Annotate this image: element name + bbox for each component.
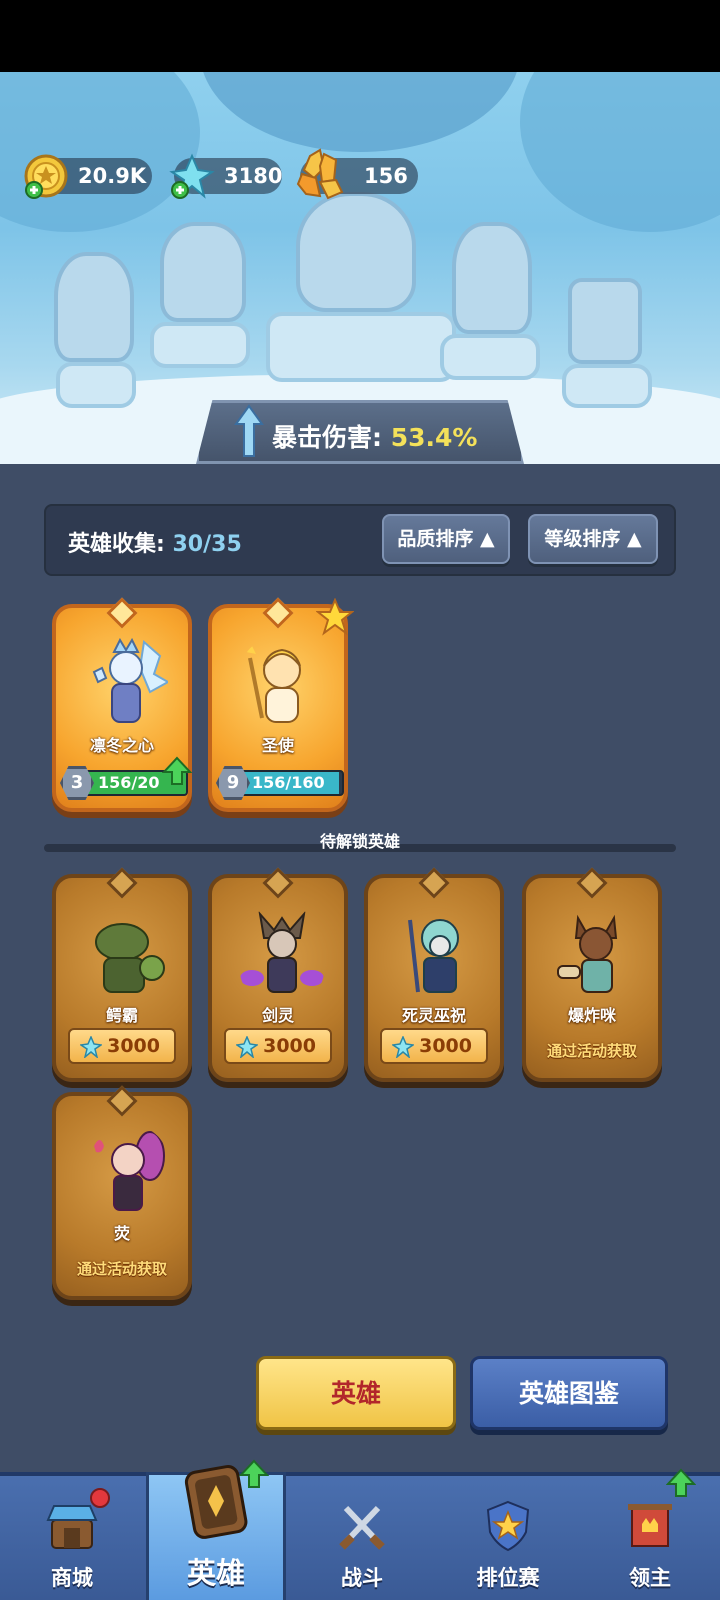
heroes-tab-button[interactable]: 英雄	[256, 1356, 456, 1430]
hero-portrait-icon	[557, 914, 618, 993]
hero-level-progress: 9 156/160	[216, 766, 344, 800]
nav-label: 英雄	[186, 1556, 245, 1590]
collection-count: 30/35	[172, 532, 242, 557]
crit-damage-label: 暴击伤害:	[272, 423, 382, 452]
hero-name: 死灵巫祝	[401, 1006, 466, 1025]
upgrade-arrow-icon	[162, 756, 192, 785]
status-bar	[0, 0, 720, 72]
triangle-up-icon: ▲	[480, 528, 495, 550]
hero-name: 鳄霸	[105, 1006, 138, 1025]
hero-portrait-icon	[95, 923, 165, 993]
upgrade-arrow-icon	[666, 1468, 696, 1497]
triangle-up-icon: ▲	[627, 528, 642, 550]
swords-icon	[339, 1505, 385, 1550]
gold-counter[interactable]: 20.9K	[24, 154, 152, 199]
upgrade-arrow-icon	[239, 1459, 269, 1488]
unlock-cost-button[interactable]: 3000	[224, 1028, 332, 1064]
crystal-icon	[169, 153, 215, 199]
collection-title: 英雄收集: 30/35	[68, 526, 242, 558]
hero-portrait-icon	[246, 646, 301, 723]
sort-level-button[interactable]: 等级排序 ▲	[528, 514, 658, 564]
nav-label: 排位赛	[476, 1566, 540, 1590]
crystal-amount: 3180	[224, 164, 283, 188]
lord-banner-icon	[628, 1504, 672, 1547]
crit-damage-value: 53.4%	[390, 423, 478, 452]
unlock-cost-button[interactable]: 3000	[68, 1028, 176, 1064]
hero-card-owned[interactable]: 圣使 9 156/160	[208, 597, 354, 812]
hero-portrait-icon	[240, 910, 324, 993]
nav-heroes[interactable]: 英雄	[146, 1459, 286, 1600]
unlock-cost: 3000	[419, 1035, 472, 1057]
hero-card-locked[interactable]: 鳄霸 3000	[52, 867, 192, 1082]
sort-quality-label: 品质排序	[397, 528, 474, 550]
hero-shard-progress: 156/20	[98, 773, 160, 792]
event-unlock-note: 通过活动获取	[76, 1260, 167, 1278]
amber-crystal-icon	[296, 148, 344, 200]
nav-battle[interactable]: 战斗	[290, 1476, 434, 1600]
crit-damage-stat: 暴击伤害: 53.4%	[272, 418, 477, 454]
nav-ranked[interactable]: 排位赛	[436, 1476, 580, 1600]
nav-lord[interactable]: 领主	[580, 1468, 720, 1600]
collection-label: 英雄收集:	[68, 532, 165, 557]
hero-codex-button[interactable]: 英雄图鉴	[470, 1356, 668, 1430]
hero-card-locked[interactable]: 爆炸咪 通过活动获取	[522, 867, 662, 1082]
unlock-cost: 3000	[107, 1035, 160, 1057]
crystal-icon	[236, 1036, 258, 1058]
hero-card-locked[interactable]: 剑灵 3000	[208, 867, 348, 1082]
unlock-cost: 3000	[263, 1035, 316, 1057]
sort-quality-button[interactable]: 品质排序 ▲	[382, 514, 510, 564]
hero-card-owned[interactable]: 凛冬之心 3 156/20	[52, 597, 192, 812]
hero-name: 凛冬之心	[89, 736, 154, 755]
locked-heroes-heading: 待解锁英雄	[319, 832, 400, 851]
hero-card-locked[interactable]: 荧 通过活动获取	[52, 1085, 192, 1300]
event-unlock-note: 通过活动获取	[546, 1042, 637, 1060]
amber-amount: 156	[364, 164, 408, 188]
hero-portrait-icon	[94, 1131, 165, 1211]
hero-name: 荧	[113, 1224, 130, 1243]
nav-shop[interactable]: 商城	[0, 1476, 144, 1600]
rank-shield-icon	[486, 1500, 530, 1552]
notification-dot	[90, 1488, 110, 1508]
hero-name: 爆炸咪	[567, 1006, 616, 1025]
hero-name: 剑灵	[261, 1006, 294, 1025]
nav-label: 领主	[629, 1566, 671, 1590]
nav-label: 战斗	[341, 1566, 383, 1590]
shop-icon	[46, 1505, 98, 1549]
gold-coin-icon	[24, 154, 68, 199]
sort-level-label: 等级排序	[544, 528, 621, 550]
crystal-icon	[392, 1036, 414, 1058]
star-icon	[316, 598, 354, 636]
hero-card-locked[interactable]: 死灵巫祝 3000	[364, 867, 504, 1082]
unlock-cost-button[interactable]: 3000	[380, 1028, 488, 1064]
hero-portrait-icon	[408, 919, 459, 993]
hero-name: 圣使	[261, 736, 294, 755]
hero-shard-progress: 156/160	[252, 773, 325, 792]
hero-portrait-icon	[92, 638, 168, 723]
nav-label: 商城	[51, 1566, 93, 1590]
gold-amount: 20.9K	[78, 164, 147, 188]
crystal-icon	[80, 1036, 102, 1058]
up-arrow-icon	[234, 404, 264, 457]
crystal-counter[interactable]: 3180	[169, 153, 283, 199]
amber-counter: 156	[296, 148, 418, 200]
